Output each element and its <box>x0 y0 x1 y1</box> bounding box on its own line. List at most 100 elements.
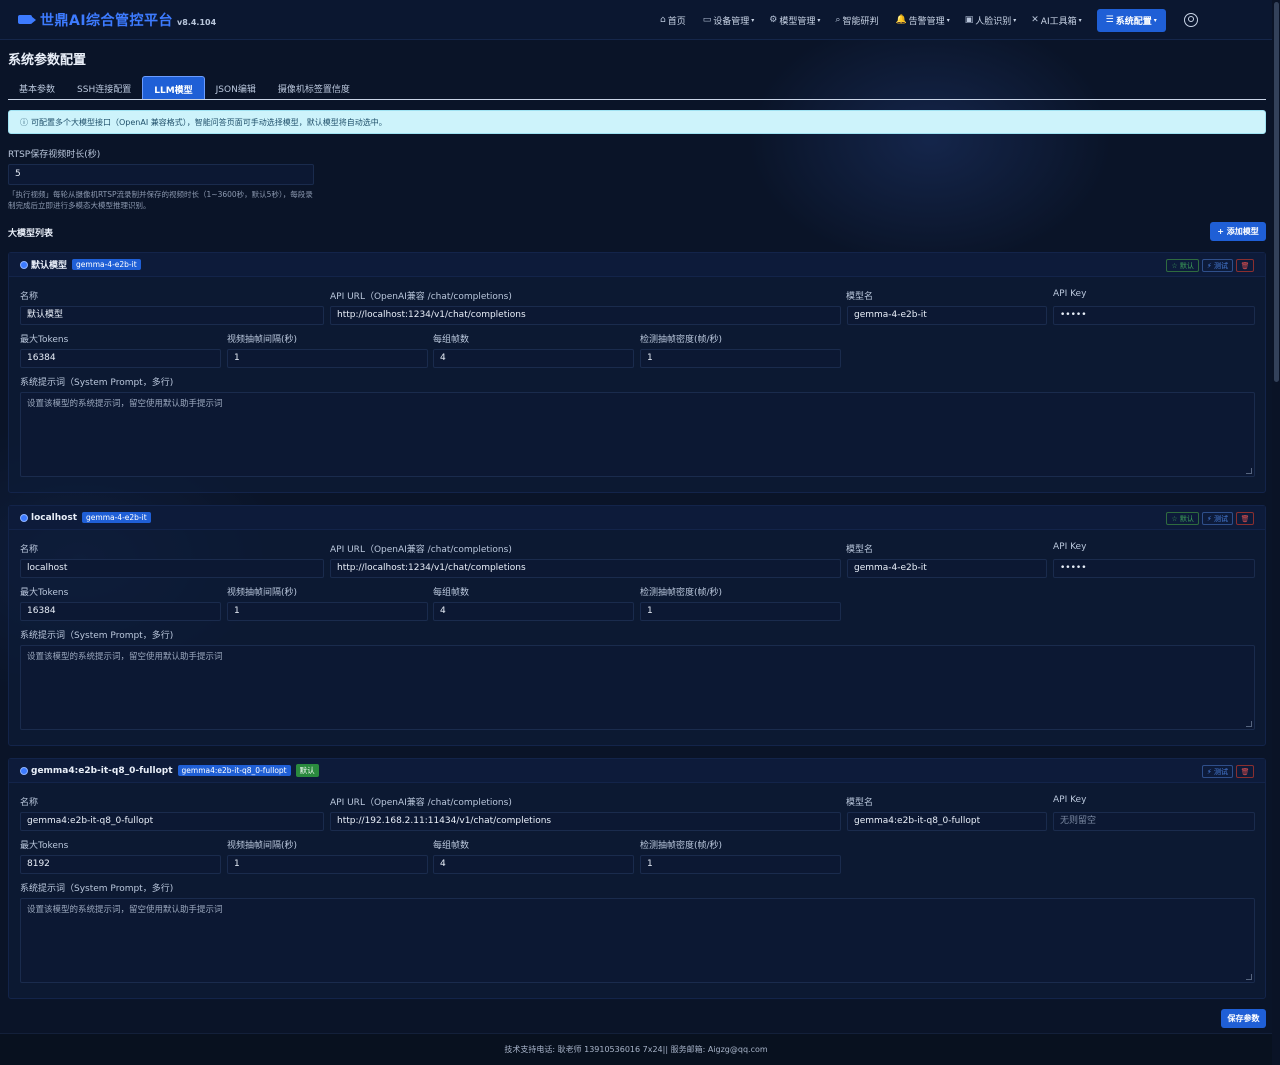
frame-interval-label: 视频抽帧间隔(秒) <box>227 588 298 598</box>
detect-density-label: 检测抽帧密度(帧/秒) <box>640 335 723 345</box>
model-badge: gemma4:e2b-it-q8_0-fullopt <box>177 765 291 776</box>
nav-ai-toolbox[interactable]: ✕ AI工具箱 ▾ <box>1031 14 1081 27</box>
nav-smart-analysis[interactable]: ⌕ 智能研判 <box>835 14 880 27</box>
frames-per-group-label: 每组帧数 <box>433 335 470 345</box>
home-icon: ⌂ <box>660 15 666 25</box>
model-name-input[interactable]: gemma-4-e2b-it <box>847 559 1047 578</box>
nav-home[interactable]: ⌂ 首页 <box>660 14 688 27</box>
frame-interval-input[interactable]: 1 <box>227 855 428 874</box>
max-tokens-input[interactable]: 16384 <box>20 602 221 621</box>
detect-density-label: 检测抽帧密度(帧/秒) <box>640 841 723 851</box>
model-name-input[interactable]: gemma4:e2b-it-q8_0-fullopt <box>847 812 1047 831</box>
scrollbar-thumb[interactable] <box>1274 2 1279 382</box>
brand-version: v8.4.104 <box>177 18 217 27</box>
name-input[interactable]: localhost <box>20 559 324 578</box>
max-tokens-input[interactable]: 8192 <box>20 855 221 874</box>
brand[interactable]: 世鼎AI综合管控平台 v8.4.104 <box>18 10 216 30</box>
model-actions: ⚡ 测试 🗑 <box>1199 765 1254 778</box>
api-key-input[interactable]: ••••• <box>1053 559 1255 578</box>
nav-system-config[interactable]: ☰ 系统配置 ▾ <box>1096 8 1166 32</box>
config-tabs: 基本参数 SSH连接配置 LLM模型 JSON编辑 摄像机标签置信度 <box>8 76 1266 100</box>
camera-icon <box>18 15 36 24</box>
model-card: 默认模型 gemma-4-e2b-it ☆ 默认 ⚡ 测试 🗑 名称 API U… <box>8 252 1266 493</box>
model-badge: gemma-4-e2b-it <box>82 512 151 523</box>
chevron-down-icon: ▾ <box>817 16 821 24</box>
name-label: 名称 <box>20 798 39 808</box>
delete-button[interactable]: 🗑 <box>1236 259 1254 272</box>
frames-per-group-input[interactable]: 4 <box>433 349 634 368</box>
nav-label: 首页 <box>667 16 686 27</box>
model-list-title: 大模型列表 <box>8 229 54 239</box>
model-title: gemma4:e2b-it-q8_0-fullopt <box>31 765 173 776</box>
info-alert: ⓘ 可配置多个大模型接口（OpenAI 兼容格式），智能问答页面可手动选择模型，… <box>8 110 1266 134</box>
delete-button[interactable]: 🗑 <box>1236 765 1254 778</box>
system-prompt-textarea[interactable]: 设置该模型的系统提示词，留空使用默认助手提示词 <box>20 392 1255 477</box>
test-button[interactable]: ⚡ 测试 <box>1201 259 1233 272</box>
search-icon: ⌕ <box>835 15 841 25</box>
rtsp-duration-hint: 「执行视频」每轮从摄像机RTSP流录制并保存的视频时长（1~3600秒，默认5秒… <box>8 190 313 210</box>
detect-density-input[interactable]: 1 <box>640 855 841 874</box>
nav-label: 设备管理 <box>713 16 750 27</box>
nav-label: 系统配置 <box>1115 16 1152 27</box>
max-tokens-input[interactable]: 16384 <box>20 349 221 368</box>
detect-density-input[interactable]: 1 <box>640 349 841 368</box>
model-actions: ☆ 默认 ⚡ 测试 🗑 <box>1163 512 1254 525</box>
frames-per-group-label: 每组帧数 <box>433 841 470 851</box>
frame-interval-label: 视频抽帧间隔(秒) <box>227 841 298 851</box>
name-input[interactable]: gemma4:e2b-it-q8_0-fullopt <box>20 812 324 831</box>
sliders-icon: ☰ <box>1105 15 1114 25</box>
model-icon <box>20 766 28 775</box>
frames-per-group-input[interactable]: 4 <box>433 855 634 874</box>
set-default-button[interactable]: ☆ 默认 <box>1166 259 1199 272</box>
page-title: 系统参数配置 <box>8 53 87 68</box>
page-scrollbar[interactable] <box>1272 0 1280 1065</box>
nav-alarm-management[interactable]: 🔔 告警管理 ▾ <box>895 14 949 27</box>
system-prompt-textarea[interactable]: 设置该模型的系统提示词，留空使用默认助手提示词 <box>20 898 1255 983</box>
nav-face-recognition[interactable]: ▣ 人脸识别 ▾ <box>965 14 1017 27</box>
model-badge: gemma-4-e2b-it <box>72 259 141 270</box>
detect-density-input[interactable]: 1 <box>640 602 841 621</box>
model-title: 默认模型 <box>31 261 68 271</box>
max-tokens-label: 最大Tokens <box>20 588 69 598</box>
rtsp-duration-input[interactable]: 5 <box>8 164 314 185</box>
nav-device-management[interactable]: ▭ 设备管理 ▾ <box>703 14 755 27</box>
api-url-input[interactable]: http://192.168.2.11:11434/v1/chat/comple… <box>330 812 841 831</box>
detect-density-label: 检测抽帧密度(帧/秒) <box>640 588 723 598</box>
info-icon: ⓘ <box>20 117 28 127</box>
delete-button[interactable]: 🗑 <box>1236 512 1254 525</box>
api-url-input[interactable]: http://localhost:1234/v1/chat/completion… <box>330 306 841 325</box>
model-actions: ☆ 默认 ⚡ 测试 🗑 <box>1163 259 1254 272</box>
api-key-label: API Key <box>1053 795 1087 805</box>
name-label: 名称 <box>20 545 39 555</box>
api-url-label: API URL（OpenAI兼容 /chat/completions) <box>330 545 512 555</box>
api-key-input[interactable]: 无则留空 <box>1053 812 1255 831</box>
test-button[interactable]: ⚡ 测试 <box>1201 512 1233 525</box>
tab-llm-models[interactable]: LLM模型 <box>142 76 205 99</box>
info-text: 可配置多个大模型接口（OpenAI 兼容格式），智能问答页面可手动选择模型，默认… <box>31 117 387 127</box>
set-default-button[interactable]: ☆ 默认 <box>1166 512 1199 525</box>
add-model-button[interactable]: + 添加模型 <box>1210 222 1266 241</box>
api-url-input[interactable]: http://localhost:1234/v1/chat/completion… <box>330 559 841 578</box>
frame-interval-input[interactable]: 1 <box>227 602 428 621</box>
camera-icon: ▭ <box>702 15 712 25</box>
tab-basic-params[interactable]: 基本参数 <box>8 76 66 99</box>
frame-interval-input[interactable]: 1 <box>227 349 428 368</box>
tab-ssh-config[interactable]: SSH连接配置 <box>66 76 142 99</box>
frames-per-group-input[interactable]: 4 <box>433 602 634 621</box>
model-name-input[interactable]: gemma-4-e2b-it <box>847 306 1047 325</box>
model-title: localhost <box>31 512 78 523</box>
name-input[interactable]: 默认模型 <box>20 306 324 325</box>
chevron-down-icon: ▾ <box>1013 16 1017 24</box>
tab-json-editor[interactable]: JSON编辑 <box>205 76 267 99</box>
tab-camera-label-confidence[interactable]: 摄像机标签置信度 <box>267 76 361 99</box>
api-key-input[interactable]: ••••• <box>1053 306 1255 325</box>
footer: 技术支持电话: 耿老师 13910536016 7x24|| 服务邮箱: Aig… <box>0 1033 1272 1065</box>
default-badge: 默认 <box>295 764 319 777</box>
test-button[interactable]: ⚡ 测试 <box>1201 765 1233 778</box>
api-key-label: API Key <box>1053 542 1087 552</box>
bell-icon: 🔔 <box>895 15 907 25</box>
user-avatar-icon[interactable] <box>1183 13 1198 27</box>
nav-model-management[interactable]: ⚙ 模型管理 ▾ <box>769 14 820 27</box>
save-params-button[interactable]: 保存参数 <box>1221 1009 1266 1028</box>
system-prompt-textarea[interactable]: 设置该模型的系统提示词，留空使用默认助手提示词 <box>20 645 1255 730</box>
